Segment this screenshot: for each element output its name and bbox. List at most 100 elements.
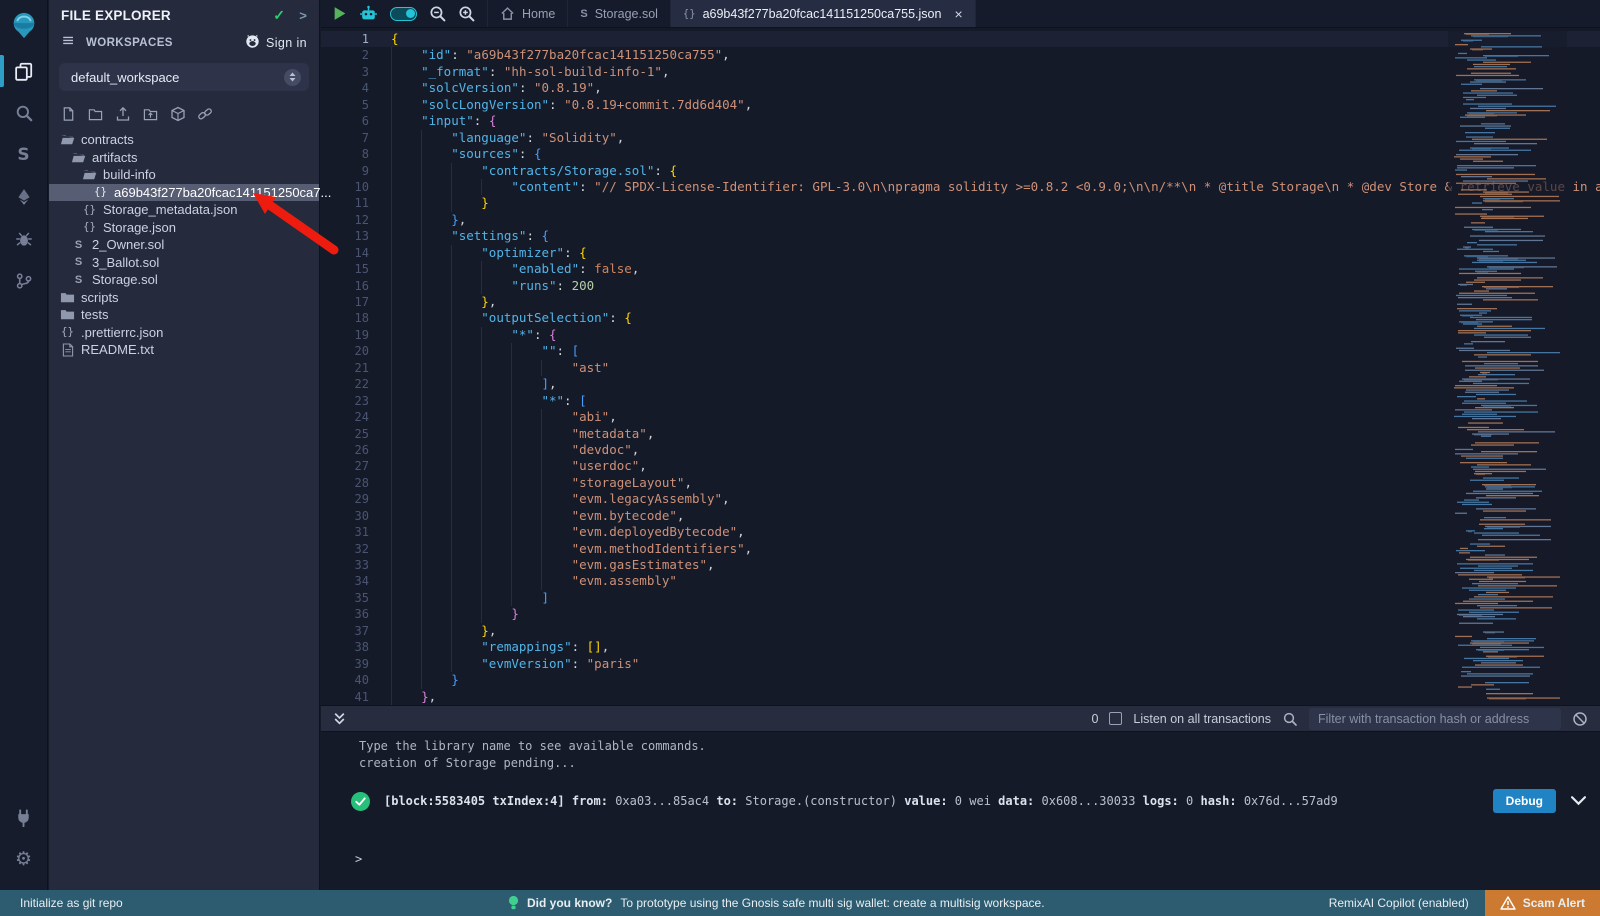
code-editor[interactable]: 1{2 "id": "a69b43f277ba20fcac141151250ca… (321, 28, 1600, 705)
json-file-icon: {} (683, 8, 696, 20)
file-explorer-panel: FILE EXPLORER ✓ > WORKSPACES Sign in def… (49, 0, 320, 890)
sign-in-label: Sign in (266, 36, 307, 50)
transaction-row[interactable]: [block:5583405 txIndex:4] from: 0xa03...… (351, 789, 1586, 813)
json-file-icon: {} (81, 221, 98, 233)
tab-a69b43f277ba20fcac141151250ca755-json[interactable]: {}a69b43f277ba20fcac141151250ca755.json× (671, 0, 976, 27)
solidity-file-icon: S (70, 239, 87, 251)
terminal-prompt[interactable]: > (355, 852, 362, 866)
code-line: 35 ] (321, 590, 1600, 606)
editor-toolbar (321, 0, 487, 27)
code-line: 7 "language": "Solidity", (321, 130, 1600, 146)
git-init-status[interactable]: Initialize as git repo (0, 896, 123, 910)
terminal-body[interactable]: Type the library name to see available c… (321, 732, 1600, 890)
new-file-icon[interactable] (61, 106, 76, 122)
expand-transaction-chevron-icon[interactable] (1571, 796, 1586, 806)
folder-open-icon (81, 168, 98, 181)
code-line: 27 "userdoc", (321, 458, 1600, 474)
file-tree-item[interactable]: contracts (49, 131, 319, 149)
clear-console-icon[interactable] (1572, 711, 1588, 727)
pin-chevron-icon[interactable]: > (299, 8, 307, 23)
run-script-button[interactable] (333, 6, 347, 21)
line-number: 29 (321, 491, 391, 507)
remix-logo-icon[interactable] (0, 0, 48, 50)
code-line: 20 "": [ (321, 343, 1600, 359)
file-tree-item[interactable]: S3_Ballot.sol (49, 254, 319, 272)
zoom-in-icon[interactable] (458, 5, 475, 22)
code-line: 38 "remappings": [], (321, 639, 1600, 655)
activity-bar-top: S (0, 50, 48, 302)
line-number: 37 (321, 623, 391, 639)
tab-home[interactable]: Home (487, 0, 568, 27)
code-line: 34 "evm.assembly" (321, 573, 1600, 589)
workspace-select[interactable]: default_workspace (59, 63, 309, 91)
git-icon[interactable] (0, 260, 48, 302)
file-tree-item[interactable]: {}Storage_metadata.json (49, 201, 319, 219)
debugger-icon[interactable] (0, 218, 48, 260)
ai-copilot-robot-icon[interactable] (359, 5, 378, 22)
search-icon[interactable] (0, 92, 48, 134)
plugin-manager-icon[interactable] (0, 796, 48, 838)
code-line: 37 }, (321, 623, 1600, 639)
file-tree-item-selected[interactable]: {}a69b43f277ba20fcac141151250ca7... (49, 184, 319, 202)
copilot-toggle[interactable] (390, 7, 417, 21)
file-tree-item[interactable]: artifacts (49, 149, 319, 167)
code-line: 8 "sources": { (321, 146, 1600, 162)
solidity-compiler-icon[interactable]: S (0, 134, 48, 176)
file-tree-item[interactable]: {}Storage.json (49, 219, 319, 237)
tab-storage-sol[interactable]: SStorage.sol (568, 0, 671, 27)
sign-in-button[interactable]: Sign in (245, 34, 307, 52)
upload-folder-icon[interactable] (142, 106, 159, 122)
new-folder-icon[interactable] (87, 106, 104, 122)
file-explorer-icon[interactable] (0, 50, 48, 92)
home-icon (500, 6, 515, 21)
code-line: 1{ (321, 31, 1600, 47)
panel-title: FILE EXPLORER (61, 8, 171, 23)
deploy-run-icon[interactable] (0, 176, 48, 218)
code-line: 39 "evmVersion": "paris" (321, 656, 1600, 672)
code-line: 10 "content": "// SPDX-License-Identifie… (321, 179, 1600, 195)
transaction-filter-input[interactable] (1309, 708, 1561, 730)
search-icon[interactable] (1282, 711, 1298, 727)
json-file-icon: {} (92, 186, 109, 198)
scam-alert-button[interactable]: Scam Alert (1485, 890, 1600, 916)
copilot-status[interactable]: RemixAI Copilot (enabled) (1329, 896, 1469, 910)
remix-ide-window: S ⚙ FILE EXPLORER ✓ > WORKSPACES Sign in… (0, 0, 1600, 916)
tab-label: Home (522, 7, 555, 21)
workspace-box-icon[interactable] (170, 106, 186, 122)
folder-open-icon (70, 151, 87, 164)
line-number: 3 (321, 64, 391, 80)
close-tab-icon[interactable]: × (954, 6, 962, 22)
file-tree-item[interactable]: {}.prettierrc.json (49, 324, 319, 342)
zoom-out-icon[interactable] (429, 5, 446, 22)
file-tree-item[interactable]: SStorage.sol (49, 271, 319, 289)
line-number: 2 (321, 47, 391, 63)
file-tree-item[interactable]: build-info (49, 166, 319, 184)
line-number: 35 (321, 590, 391, 606)
code-line: 4 "solcVersion": "0.8.19", (321, 80, 1600, 96)
file-tree-item[interactable]: S2_Owner.sol (49, 236, 319, 254)
settings-icon[interactable]: ⚙ (0, 838, 48, 880)
code-line: 24 "abi", (321, 409, 1600, 425)
warning-triangle-icon (1500, 896, 1516, 910)
file-label: contracts (81, 132, 134, 147)
file-tree-item[interactable]: scripts (49, 289, 319, 307)
workspace-spinner-icon[interactable] (284, 69, 301, 86)
terminal-collapse-icon[interactable] (333, 712, 346, 726)
file-tree-item[interactable]: README.txt (49, 341, 319, 359)
line-number: 1 (321, 31, 391, 47)
minimap[interactable] (1448, 28, 1567, 705)
line-number: 32 (321, 541, 391, 557)
debug-button[interactable]: Debug (1493, 789, 1556, 813)
upload-file-icon[interactable] (115, 106, 131, 122)
workspace-name: default_workspace (71, 70, 179, 85)
line-number: 12 (321, 212, 391, 228)
hamburger-menu-icon[interactable] (61, 35, 76, 51)
file-label: Storage.sol (92, 272, 158, 287)
code-line: 25 "metadata", (321, 426, 1600, 442)
file-tree-item[interactable]: tests (49, 306, 319, 324)
line-number: 40 (321, 672, 391, 688)
listen-all-checkbox[interactable] (1109, 712, 1122, 725)
link-icon[interactable] (197, 106, 213, 122)
line-number: 9 (321, 163, 391, 179)
status-bar-right: RemixAI Copilot (enabled) Scam Alert (1329, 890, 1600, 916)
